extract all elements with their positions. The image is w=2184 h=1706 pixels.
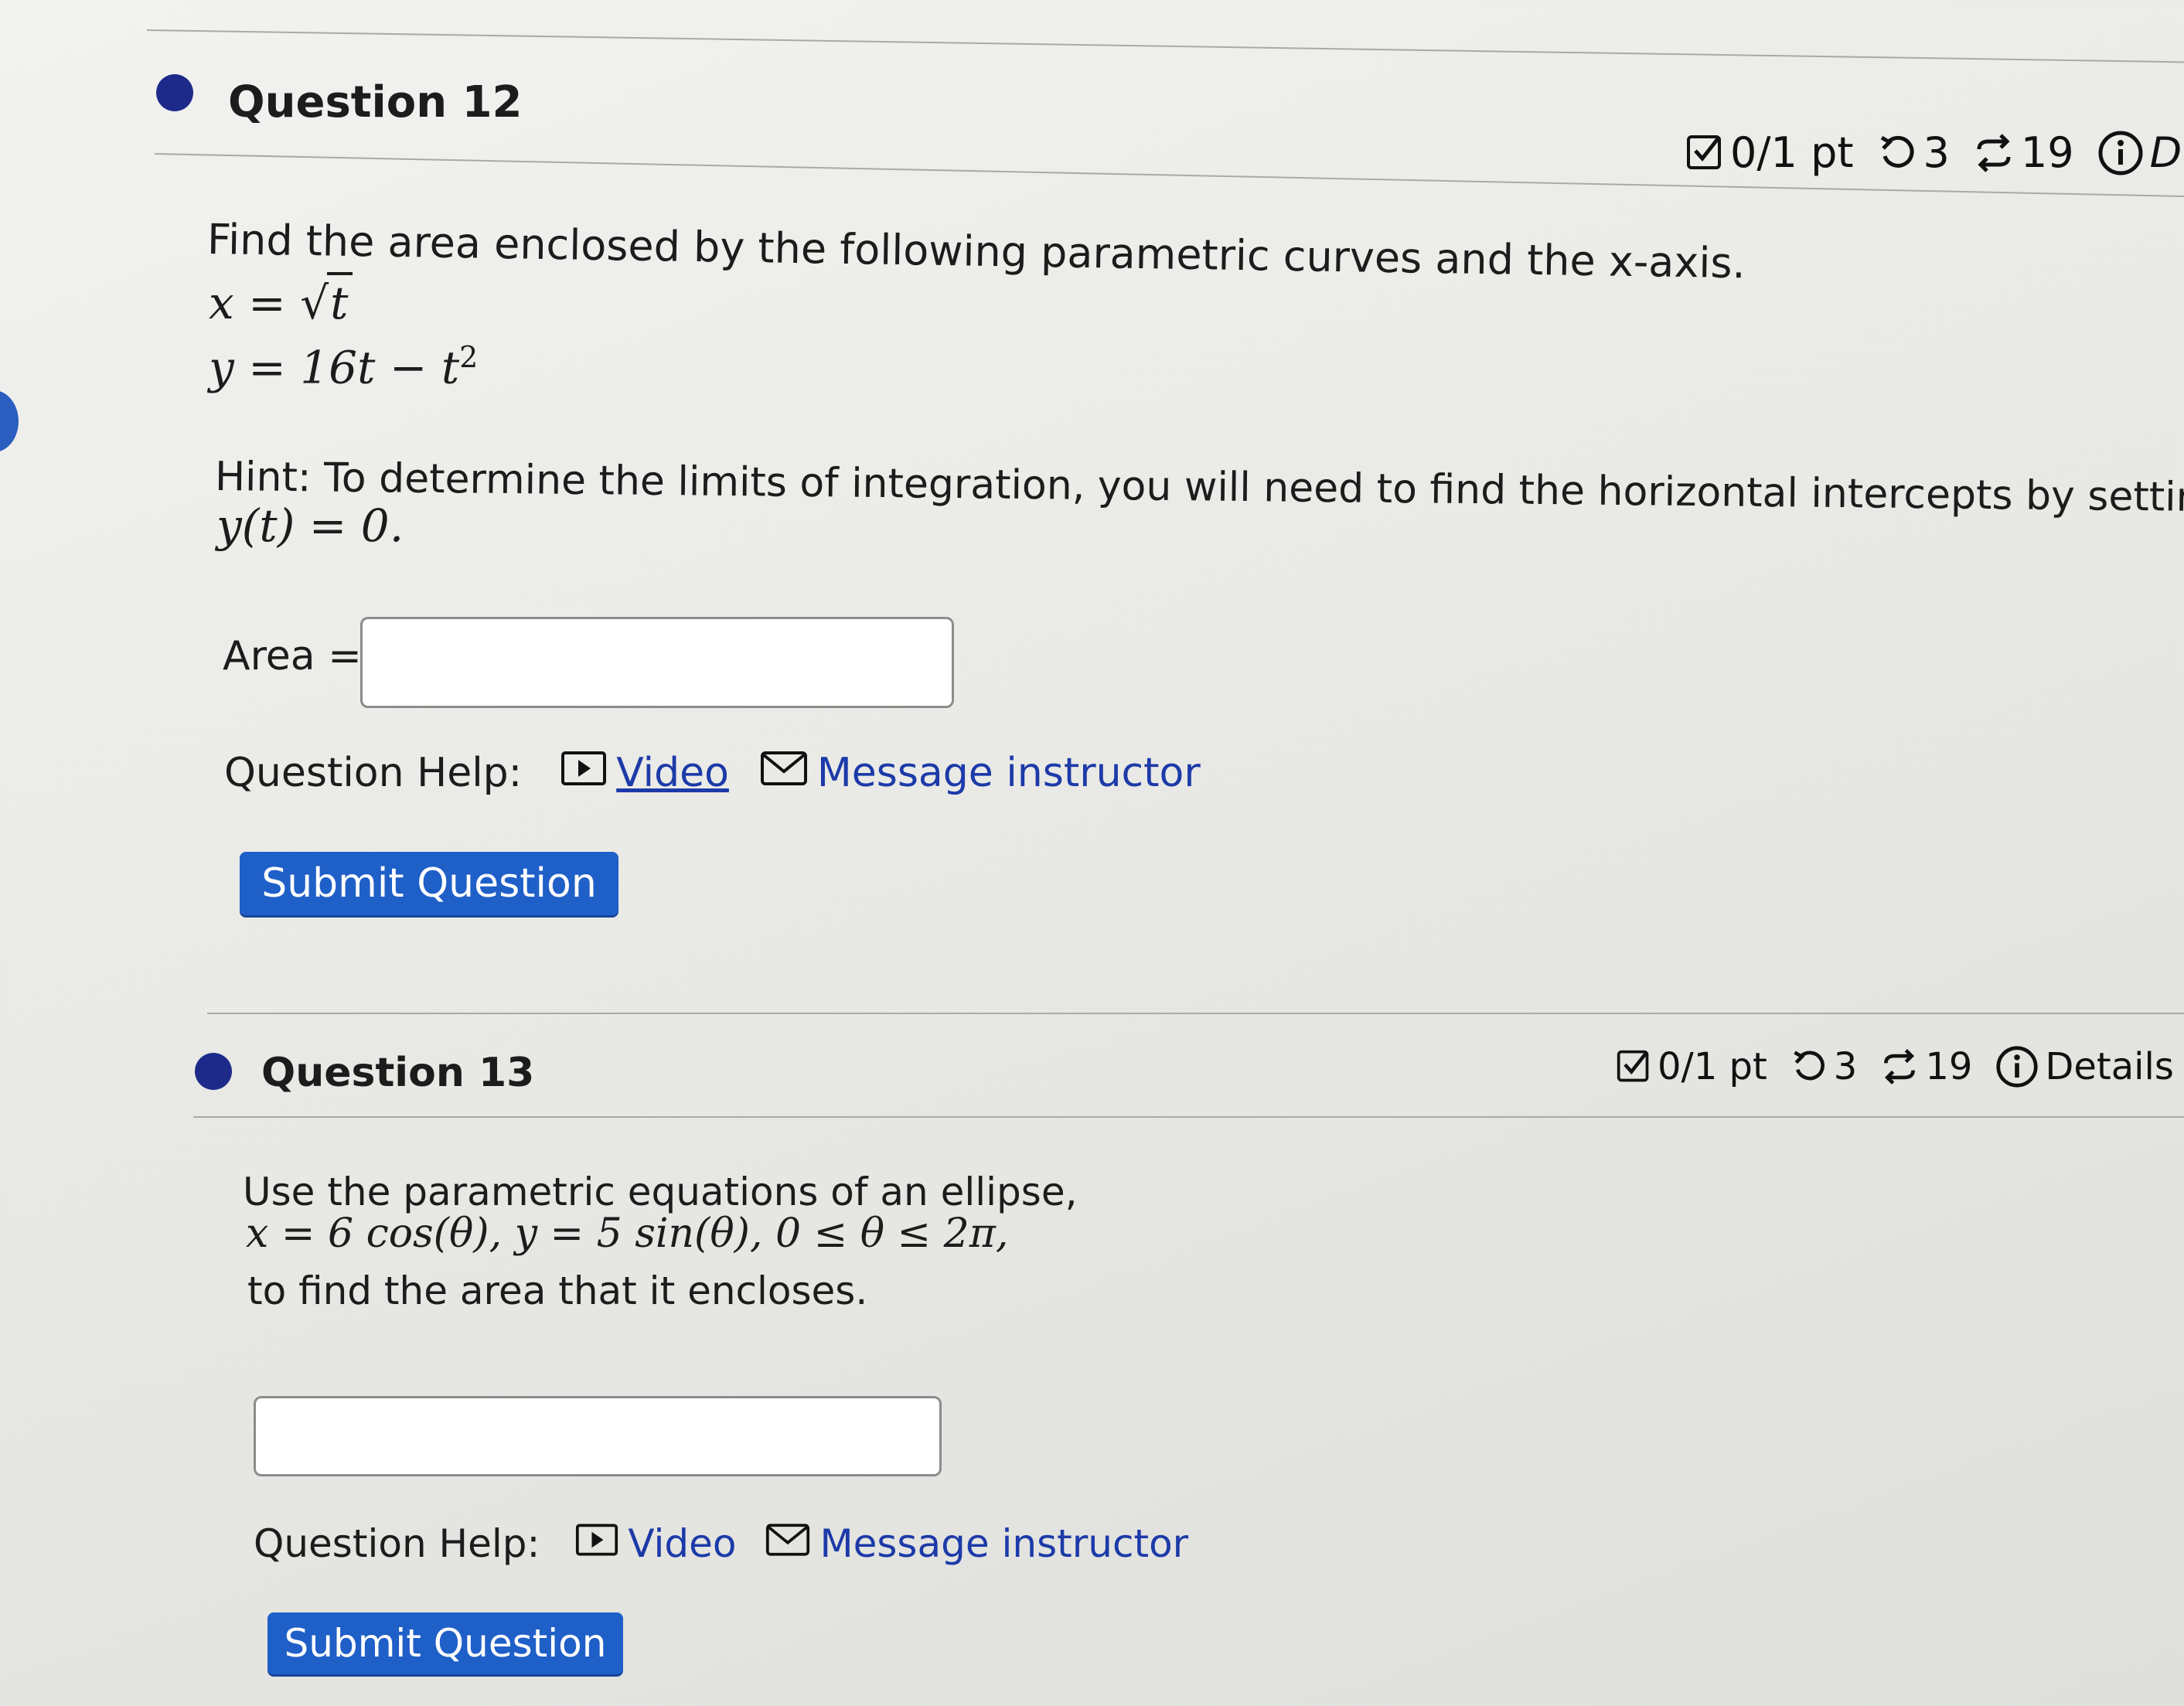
q13-details-link[interactable]: Details <box>2045 1045 2173 1088</box>
q12-prompt: Find the area enclosed by the following … <box>206 215 1746 288</box>
mail-icon <box>765 1521 810 1566</box>
q12-points: 0/1 pt <box>1730 128 1854 177</box>
q13-attempts: 19 <box>1925 1045 1973 1088</box>
q13-message-link[interactable]: Message instructor <box>765 1521 1188 1566</box>
q12-equation-y: y = 16t − t2 <box>209 340 479 394</box>
video-play-icon <box>575 1521 618 1566</box>
q13-top-divider <box>207 1013 2184 1014</box>
q12-video-link[interactable]: Video <box>560 750 729 796</box>
left-edge-marker <box>0 390 19 452</box>
info-icon[interactable] <box>2097 130 2144 176</box>
mail-icon <box>760 750 808 796</box>
q13-ellipse-equations: x = 6 cos(θ), y = 5 sin(θ), 0 ≤ θ ≤ 2π, <box>246 1211 1009 1257</box>
q13-meta: 0/1 pt 3 19 Details <box>1616 1045 2174 1088</box>
attempts-icon <box>1880 1047 1919 1086</box>
q13-retries: 3 <box>1833 1045 1858 1088</box>
attempts-icon <box>1973 132 2015 174</box>
q13-question-help: Question Help: Video Message instructor <box>254 1521 1188 1566</box>
video-play-icon <box>560 750 607 796</box>
q12-hint-equation: y(t) = 0. <box>216 499 404 552</box>
retry-icon <box>1790 1048 1828 1085</box>
checkbox-icon <box>1685 132 1724 174</box>
q12-details-link[interactable]: D <box>2150 128 2182 177</box>
q13-prompt-task: to find the area that it encloses. <box>247 1268 868 1313</box>
q12-answer-label: Area = <box>223 633 362 679</box>
info-icon[interactable] <box>1995 1045 2039 1088</box>
q12-title: Question 12 <box>228 77 523 128</box>
q13-status-dot <box>195 1053 232 1090</box>
q13-help-label: Question Help: <box>254 1521 540 1566</box>
q12-hint: Hint: To determine the limits of integra… <box>214 454 2184 522</box>
q12-retries: 3 <box>1923 128 1950 177</box>
q12-question-help: Question Help: Video Message instructor <box>224 750 1201 796</box>
q13-header-divider <box>193 1116 2184 1118</box>
q13-points: 0/1 pt <box>1658 1045 1767 1088</box>
q12-status-dot <box>156 74 193 111</box>
q13-prompt-intro: Use the parametric equations of an ellip… <box>243 1170 1078 1214</box>
sqrt-symbol: √ <box>300 277 329 329</box>
q12-help-label: Question Help: <box>224 750 523 796</box>
q12-top-divider <box>146 29 2184 63</box>
q12-equation-x: x = √t <box>209 272 353 329</box>
q13-title: Question 13 <box>261 1050 535 1096</box>
q13-answer-input[interactable] <box>254 1396 942 1476</box>
q12-meta: 0/1 pt 3 19 D <box>1685 128 2182 177</box>
q12-attempts: 19 <box>2020 128 2074 177</box>
q13-video-link[interactable]: Video <box>575 1521 736 1566</box>
q12-submit-button[interactable]: Submit Question <box>240 852 618 915</box>
q13-submit-button[interactable]: Submit Question <box>267 1612 623 1674</box>
retry-icon <box>1877 133 1917 173</box>
q12-area-input[interactable] <box>360 617 954 708</box>
checkbox-icon <box>1616 1047 1651 1086</box>
q12-message-link[interactable]: Message instructor <box>760 750 1201 796</box>
